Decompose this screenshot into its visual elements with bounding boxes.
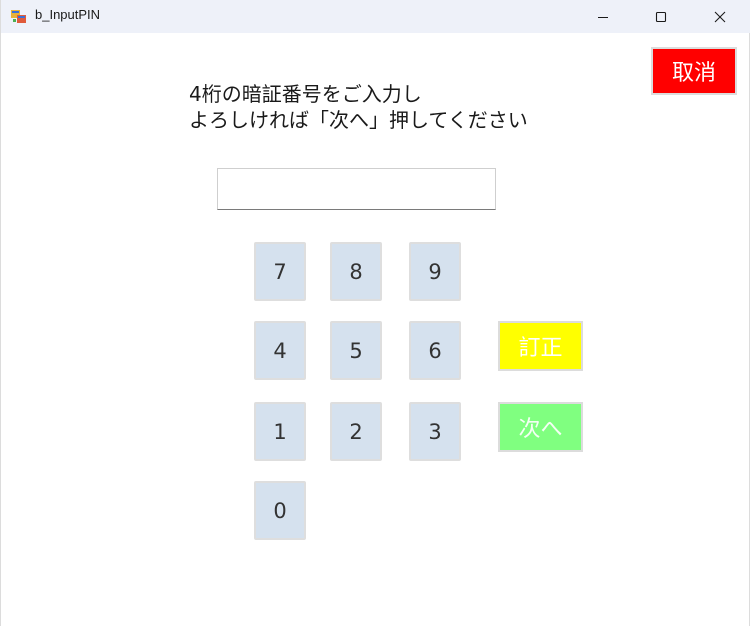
instruction-line-1: 4桁の暗証番号をご入力し [189,82,422,106]
key-0[interactable]: 0 [254,481,306,540]
key-8[interactable]: 8 [330,242,382,301]
maximize-icon [655,11,667,22]
key-label: 7 [273,259,287,284]
key-label: 4 [273,338,287,363]
minimize-icon [598,16,608,18]
correct-button[interactable]: 訂正 [498,321,583,371]
next-button-label: 次へ [518,417,563,442]
pin-input-window: b_InputPIN 4桁の暗証番号をご入力し よろしければ「次へ」押してくださ… [0,0,750,626]
pin-input[interactable] [217,168,496,210]
cancel-button-label: 取消 [671,61,716,86]
key-label: 6 [428,338,442,363]
key-label: 8 [349,259,363,284]
next-button[interactable]: 次へ [498,402,583,452]
key-4[interactable]: 4 [254,321,306,380]
maximize-button[interactable] [638,0,684,33]
key-label: 3 [428,419,442,444]
key-1[interactable]: 1 [254,402,306,461]
key-label: 5 [349,338,363,363]
window-title: b_InputPIN [35,7,101,22]
correct-button-label: 訂正 [518,336,563,361]
key-label: 1 [273,419,287,444]
key-5[interactable]: 5 [330,321,382,380]
key-label: 2 [349,419,363,444]
key-9[interactable]: 9 [409,242,461,301]
key-3[interactable]: 3 [409,402,461,461]
key-2[interactable]: 2 [330,402,382,461]
app-icon [11,10,26,23]
key-7[interactable]: 7 [254,242,306,301]
key-label: 9 [428,259,442,284]
close-icon [714,11,726,22]
close-button[interactable] [697,0,743,33]
minimize-button[interactable] [580,0,626,33]
title-bar: b_InputPIN [1,0,750,33]
instruction-line-2: よろしければ「次へ」押してください [189,108,528,132]
key-6[interactable]: 6 [409,321,461,380]
key-label: 0 [273,498,287,523]
cancel-button[interactable]: 取消 [651,47,737,95]
